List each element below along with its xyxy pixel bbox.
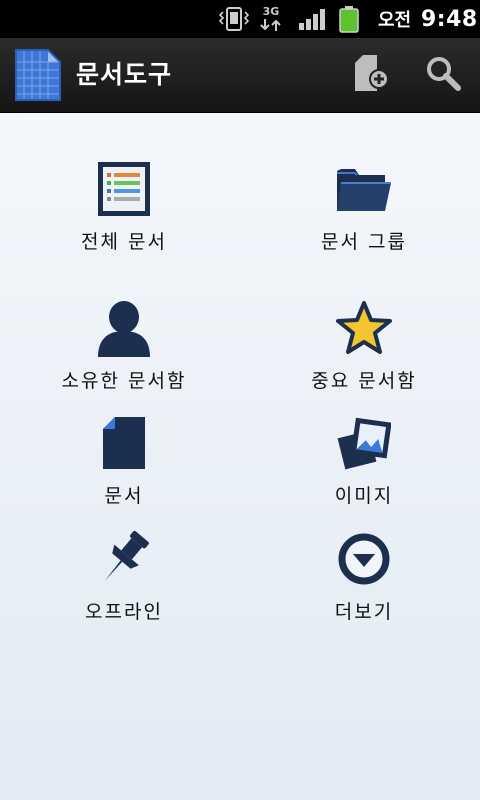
menu-item-owned-documents[interactable]: 소유한 문서함 — [4, 296, 244, 393]
new-document-icon — [349, 53, 389, 97]
more-icon — [332, 527, 396, 591]
menu-item-label: 문서 그룹 — [321, 231, 407, 253]
menu-item-label: 오프라인 — [85, 601, 163, 623]
menu-item-label: 이미지 — [334, 485, 394, 507]
menu-item-label: 전체 문서 — [81, 231, 167, 253]
search-icon — [424, 54, 462, 96]
all-documents-icon — [92, 157, 156, 221]
new-document-button[interactable] — [344, 50, 394, 100]
menu-item-label: 문서 — [104, 485, 144, 507]
person-icon — [92, 296, 156, 360]
folder-icon — [332, 157, 396, 221]
search-button[interactable] — [418, 50, 468, 100]
clock: 9:48 — [421, 6, 478, 32]
star-icon — [332, 296, 396, 360]
menu-item-document-groups[interactable]: 문서 그룹 — [244, 157, 480, 254]
document-icon — [92, 411, 156, 475]
app-logo-icon[interactable] — [14, 48, 62, 102]
network-type: 3G — [262, 5, 280, 18]
app-title: 문서도구 — [76, 60, 173, 89]
main-menu-grid: 전체 문서 문서 그룹 소유한 문서함 중요 문서함 문서 이미지 오프라인 더… — [0, 113, 480, 800]
ampm-label: 오전 — [378, 10, 412, 31]
action-bar: 문서도구 — [0, 38, 480, 113]
image-icon — [332, 411, 396, 475]
pin-icon — [92, 527, 156, 591]
menu-item-all-documents[interactable]: 전체 문서 — [4, 157, 244, 254]
status-bar: 3G 오전 9:48 — [0, 0, 480, 38]
battery-icon — [338, 0, 360, 38]
menu-item-more[interactable]: 더보기 — [244, 527, 480, 624]
data-transfer-icon: 3G — [258, 0, 284, 38]
menu-item-label: 소유한 문서함 — [61, 370, 187, 392]
menu-item-documents[interactable]: 문서 — [4, 411, 244, 508]
menu-item-starred-documents[interactable]: 중요 문서함 — [244, 296, 480, 393]
menu-item-images[interactable]: 이미지 — [244, 411, 480, 508]
vibrate-icon — [218, 0, 250, 38]
menu-item-offline[interactable]: 오프라인 — [4, 527, 244, 624]
signal-icon — [298, 0, 326, 38]
menu-item-label: 더보기 — [334, 601, 394, 623]
menu-item-label: 중요 문서함 — [311, 370, 417, 392]
